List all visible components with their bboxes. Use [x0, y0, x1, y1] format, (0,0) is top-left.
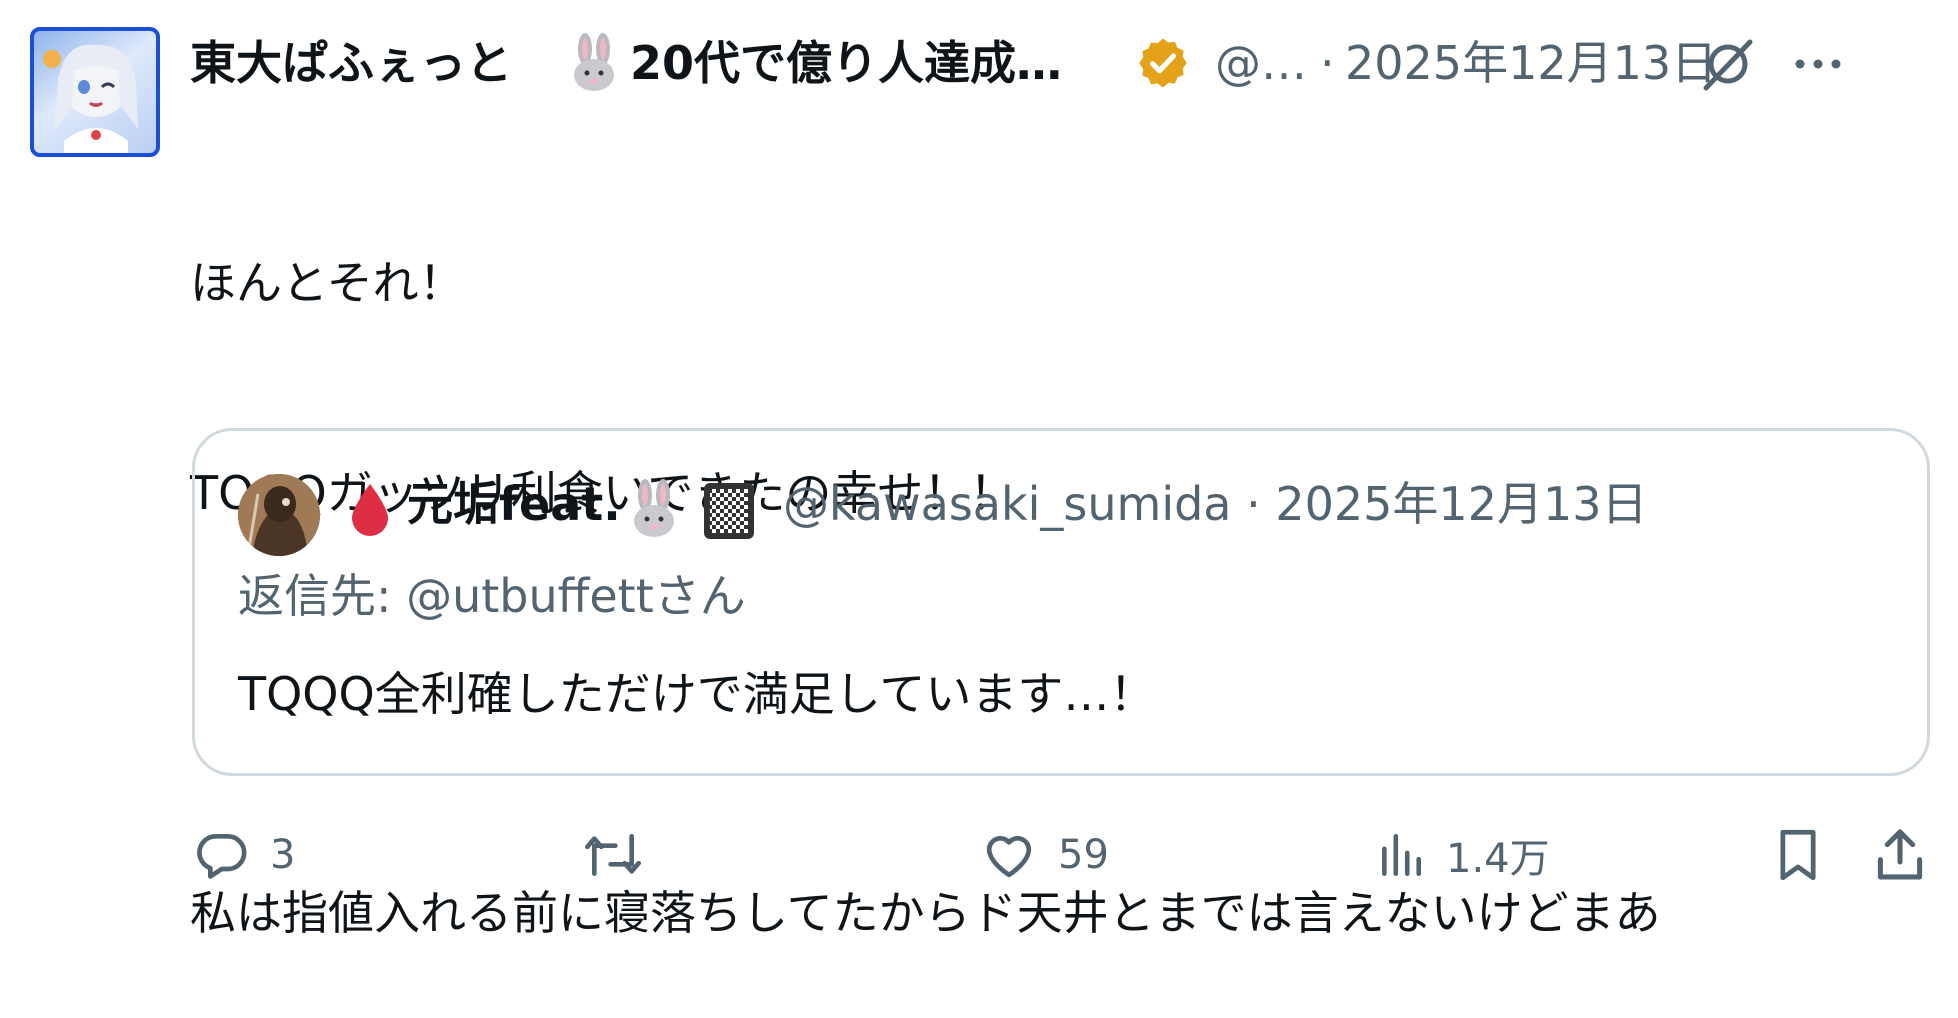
grok-icon[interactable] — [1700, 36, 1756, 92]
like-button[interactable]: 59 — [980, 820, 1109, 890]
like-count: 59 — [1058, 832, 1109, 878]
post-text-line: ほんとそれ！ — [190, 256, 465, 310]
retweet-icon — [584, 834, 641, 876]
author-avatar[interactable] — [30, 27, 160, 157]
quoted-handle-time[interactable]: @kawasaki_sumida · 2025年12月13日 — [783, 469, 1648, 539]
author-display-name-tail[interactable]: 20代で億り人達成… — [630, 30, 1062, 96]
action-bar: 3 59 1.4万 — [190, 820, 1930, 890]
reply-icon — [197, 833, 247, 879]
blood-drop-icon — [347, 481, 393, 541]
retweet-button[interactable] — [582, 820, 664, 890]
author-display-name[interactable]: 東大ぱふぇっと — [190, 30, 512, 96]
quoted-author-avatar[interactable] — [238, 474, 320, 556]
reply-to-label[interactable]: 返信先: @utbuffettさん — [238, 561, 746, 631]
bookmark-icon — [1780, 829, 1816, 881]
share-button[interactable] — [1872, 820, 1928, 890]
rabbit-icon — [565, 33, 623, 97]
post-header: 東大ぱふぇっと 20代で億り人達成… @… · 2025年12月13日 — [190, 30, 1958, 96]
reply-button[interactable]: 3 — [194, 820, 295, 890]
views-button[interactable]: 1.4万 — [1376, 820, 1550, 890]
quoted-post-text: TQQQ全利確しただけで満足しています…！ — [238, 667, 1156, 721]
heart-icon — [986, 836, 1032, 878]
author-handle[interactable]: @… — [1215, 30, 1307, 96]
post-timestamp[interactable]: 2025年12月13日 — [1345, 30, 1717, 96]
bookmark-button[interactable] — [1772, 820, 1824, 890]
quoted-author-name[interactable]: 元垢feat. — [407, 469, 621, 539]
verified-badge-icon[interactable] — [1135, 35, 1191, 95]
header-separator: · — [1320, 36, 1335, 90]
views-count: 1.4万 — [1446, 836, 1550, 882]
share-icon — [1877, 829, 1923, 880]
analytics-icon — [1382, 833, 1421, 877]
quoted-post[interactable]: 元垢feat. @kawasaki_sumida · 2025年12月13日 返… — [192, 428, 1930, 776]
rabbit-icon — [625, 479, 683, 543]
checkered-square-icon — [700, 481, 758, 545]
more-options-icon[interactable] — [1790, 36, 1846, 92]
reply-count: 3 — [270, 832, 296, 878]
